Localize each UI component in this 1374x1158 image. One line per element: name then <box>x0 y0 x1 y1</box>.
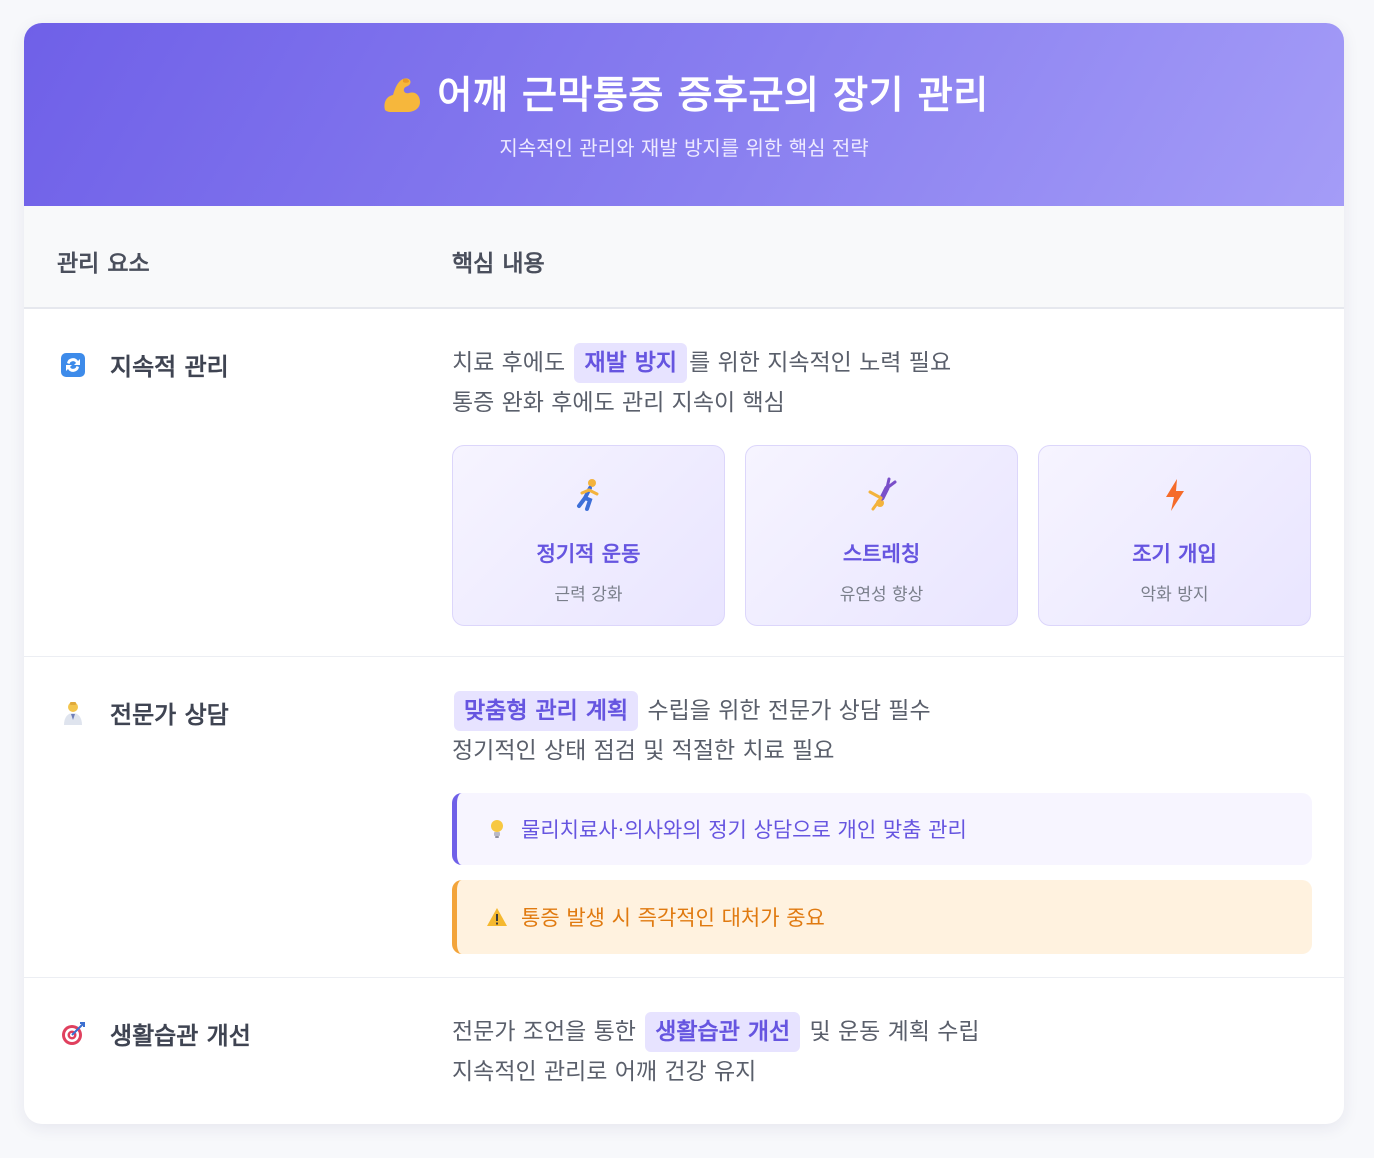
warning-callout: 통증 발생 시 즉각적인 대처가 중요 <box>452 880 1312 954</box>
health-worker-icon <box>60 700 86 726</box>
content-line-2: 지속적인 관리로 어깨 건강 유지 <box>452 1059 757 1085</box>
feature-box-exercise: 정기적 운동 근력 강화 <box>452 445 725 626</box>
content-line-2: 정기적인 상태 점검 및 적절한 치료 필요 <box>452 738 835 764</box>
highlight-tag: 생활습관 개선 <box>645 1012 801 1052</box>
text-segment: 및 운동 계획 수립 <box>802 1019 980 1045</box>
table-row-continuous-care: 지속적 관리 치료 후에도 재발 방지 를 위한 지속적인 노력 필요 통증 완화… <box>24 309 1344 657</box>
content-line-1: 전문가 조언을 통한 생활습관 개선 및 운동 계획 수립 <box>452 1012 1312 1052</box>
row-label: 지속적 관리 <box>60 347 229 382</box>
feature-box-desc: 악화 방지 <box>1140 585 1209 605</box>
header-banner: 어깨 근막통증 증후군의 장기 관리 지속적인 관리와 재발 방지를 위한 핵심… <box>24 23 1344 206</box>
page-subtitle: 지속적인 관리와 재발 방지를 위한 핵심 전략 <box>499 136 869 160</box>
highlight-tag: 재발 방지 <box>574 343 688 383</box>
warning-icon <box>485 905 509 929</box>
warning-text: 통증 발생 시 즉각적인 대처가 중요 <box>521 906 825 930</box>
content-line-1: 맞춤형 관리 계획 수립을 위한 전문가 상담 필수 <box>452 691 1312 731</box>
running-person-icon <box>570 476 608 514</box>
light-bulb-icon <box>485 817 509 841</box>
content-line-2: 통증 완화 후에도 관리 지속이 핵심 <box>452 390 785 416</box>
text-segment: 전문가 조언을 통한 <box>452 1019 644 1045</box>
page-title-text: 어깨 근막통증 증후군의 장기 관리 <box>437 73 989 117</box>
column-header-content: 핵심 내용 <box>452 251 545 277</box>
row-label: 생활습관 개선 <box>60 1016 251 1051</box>
table-row-expert-consultation: 전문가 상담 맞춤형 관리 계획 수립을 위한 전문가 상담 필수 정기적인 상… <box>24 657 1344 978</box>
management-card: 어깨 근막통증 증후군의 장기 관리 지속적인 관리와 재발 방지를 위한 핵심… <box>24 23 1344 1124</box>
column-header-element: 관리 요소 <box>57 251 150 277</box>
feature-box-early-intervention: 조기 개입 악화 방지 <box>1038 445 1311 626</box>
text-segment: 수립을 위한 전문가 상담 필수 <box>640 698 931 724</box>
content-line-1: 치료 후에도 재발 방지 를 위한 지속적인 노력 필요 <box>452 343 1312 383</box>
highlight-tag: 맞춤형 관리 계획 <box>454 691 639 731</box>
table-row-lifestyle: 생활습관 개선 전문가 조언을 통한 생활습관 개선 및 운동 계획 수립 지속… <box>24 978 1344 1124</box>
row-content: 치료 후에도 재발 방지 를 위한 지속적인 노력 필요 통증 완화 후에도 관리… <box>452 343 1312 626</box>
row-content: 맞춤형 관리 계획 수립을 위한 전문가 상담 필수 정기적인 상태 점검 및 … <box>452 691 1312 954</box>
tip-callout: 물리치료사·의사와의 정기 상담으로 개인 맞춤 관리 <box>452 793 1312 865</box>
feature-box-title: 스트레칭 <box>842 542 921 566</box>
text-segment: 치료 후에도 <box>452 350 573 376</box>
cartwheel-person-icon <box>863 476 901 514</box>
target-icon <box>60 1021 86 1047</box>
feature-box-desc: 유연성 향상 <box>839 585 924 605</box>
feature-boxes: 정기적 운동 근력 강화 스트레칭 유연성 향상 조기 개입 악화 방지 <box>452 445 1312 626</box>
row-label: 전문가 상담 <box>60 695 229 730</box>
tip-text: 물리치료사·의사와의 정기 상담으로 개인 맞춤 관리 <box>521 818 967 842</box>
row-label-text: 지속적 관리 <box>110 353 229 381</box>
table-header: 관리 요소 핵심 내용 <box>24 206 1344 309</box>
row-content: 전문가 조언을 통한 생활습관 개선 및 운동 계획 수립 지속적인 관리로 어… <box>452 1012 1312 1092</box>
text-segment: 를 위한 지속적인 노력 필요 <box>689 350 952 376</box>
lightning-icon <box>1156 476 1194 514</box>
row-label-text: 전문가 상담 <box>110 701 229 729</box>
row-label-text: 생활습관 개선 <box>110 1022 251 1050</box>
feature-box-stretching: 스트레칭 유연성 향상 <box>745 445 1018 626</box>
feature-box-title: 정기적 운동 <box>536 542 641 566</box>
flexed-biceps-icon <box>379 74 423 114</box>
page-title: 어깨 근막통증 증후군의 장기 관리 <box>24 70 1344 120</box>
repeat-icon <box>60 352 86 378</box>
feature-box-desc: 근력 강화 <box>554 585 623 605</box>
feature-box-title: 조기 개입 <box>1132 542 1217 566</box>
